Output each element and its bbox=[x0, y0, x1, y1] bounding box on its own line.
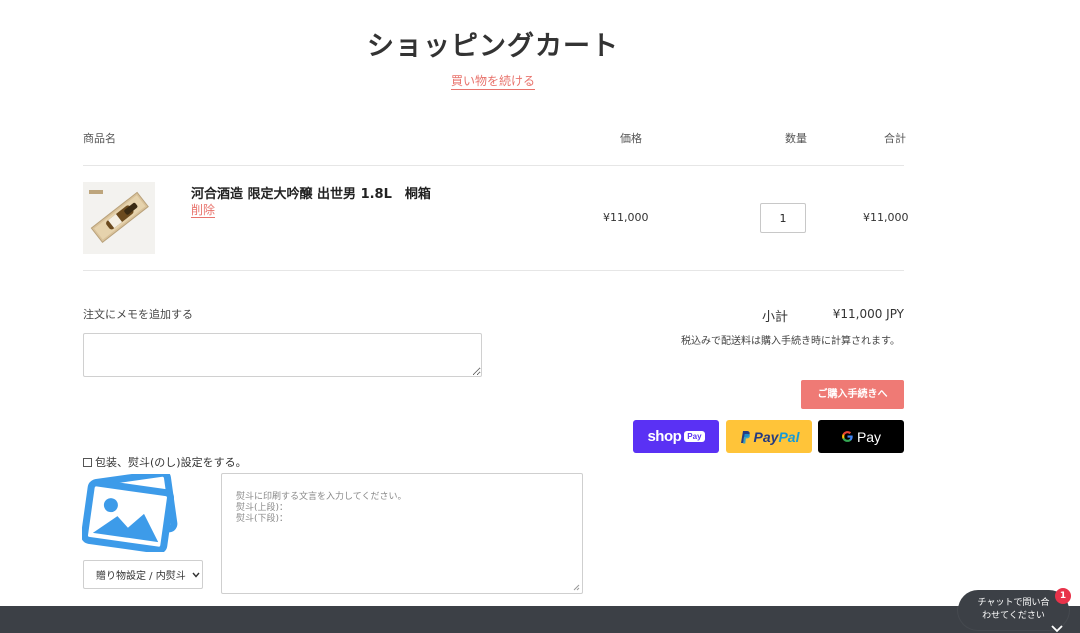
quantity-input[interactable] bbox=[760, 203, 806, 233]
column-header-price: 価格 bbox=[620, 132, 642, 145]
order-note-textarea[interactable] bbox=[83, 333, 482, 377]
product-thumbnail[interactable] bbox=[83, 182, 155, 254]
table-divider-top bbox=[83, 165, 904, 166]
google-pay-wordmark: Pay bbox=[856, 428, 882, 445]
chevron-down-icon bbox=[192, 572, 200, 578]
gift-wrap-label: 包装、熨斗(のし)設定をする。 bbox=[95, 456, 247, 469]
column-header-product: 商品名 bbox=[83, 132, 116, 145]
footer-bar bbox=[0, 606, 1080, 633]
order-note-label: 注文にメモを追加する bbox=[83, 308, 193, 321]
google-pay-button[interactable]: Pay bbox=[818, 420, 904, 453]
column-header-quantity: 数量 bbox=[785, 132, 807, 145]
paypal-logo-icon bbox=[740, 430, 750, 443]
continue-shopping-link-wrapper: 買い物を続ける bbox=[0, 72, 986, 90]
google-g-icon bbox=[842, 431, 853, 442]
shop-pay-button[interactable]: shop Pay bbox=[633, 420, 719, 453]
gift-setting-selected-value: 贈り物設定 / 内熨斗 bbox=[96, 571, 186, 582]
paypal-wordmark-pal: Pal bbox=[778, 428, 800, 445]
page-title: ショッピングカート bbox=[367, 31, 619, 62]
table-divider-bottom bbox=[83, 270, 904, 271]
gift-setting-select[interactable]: 贈り物設定 / 内熨斗 bbox=[83, 560, 203, 589]
gift-wrap-checkbox[interactable] bbox=[83, 457, 92, 467]
gift-wrap-checkbox-row[interactable]: 包装、熨斗(のし)設定をする。 bbox=[83, 454, 247, 470]
paypal-wordmark-pay: Pay bbox=[753, 428, 779, 445]
checkout-button[interactable]: ご購入手続きへ bbox=[801, 380, 904, 409]
shop-pay-wordmark: shop bbox=[647, 428, 682, 445]
image-placeholder-icon bbox=[80, 469, 180, 554]
subtotal-value: ¥11,000 JPY bbox=[832, 307, 904, 321]
chat-unread-badge: 1 bbox=[1055, 588, 1071, 604]
column-header-total: 合計 bbox=[884, 132, 906, 145]
chat-widget-label-line2: わせてください bbox=[982, 611, 1045, 621]
noshi-text-input[interactable]: 熨斗に印刷する文言を入力してください。 熨斗(上段)： 熨斗(下段)： bbox=[221, 473, 583, 594]
chat-chevron-down-icon[interactable] bbox=[1050, 624, 1064, 633]
paypal-button[interactable]: Pay Pal bbox=[726, 420, 812, 453]
item-price: ¥11,000 bbox=[603, 211, 649, 224]
shop-pay-tag: Pay bbox=[684, 431, 705, 442]
item-line-total: ¥11,000 bbox=[863, 211, 909, 224]
remove-item-link[interactable]: 削除 bbox=[191, 203, 216, 218]
continue-shopping-link[interactable]: 買い物を続ける bbox=[450, 74, 535, 90]
noshi-text-placeholder: 熨斗に印刷する文言を入力してください。 熨斗(上段)： 熨斗(下段)： bbox=[236, 492, 407, 524]
resize-handle-icon[interactable] bbox=[573, 584, 580, 591]
product-name[interactable]: 河合酒造 限定大吟醸 出世男 1.8L 桐箱 bbox=[191, 183, 431, 202]
subtotal-label: 小計 bbox=[762, 310, 789, 325]
chat-widget-label-line1: チャットで問い合 bbox=[977, 598, 1050, 608]
tax-shipping-note: 税込みで配送料は購入手続き時に計算されます。 bbox=[681, 336, 900, 347]
